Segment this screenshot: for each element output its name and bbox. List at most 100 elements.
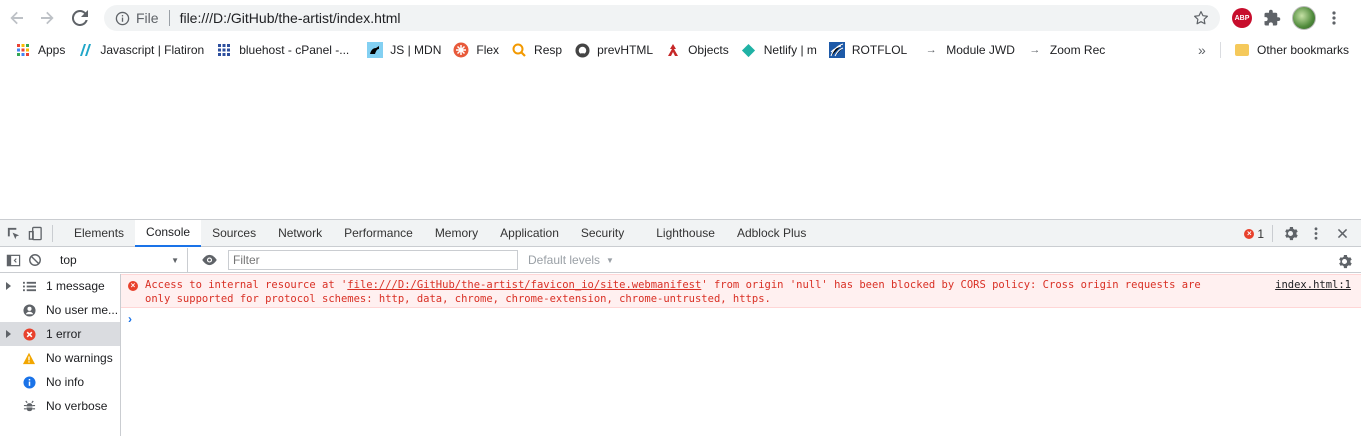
sidebar-item-verbose[interactable]: No verbose	[0, 394, 120, 418]
arrow-icon: →	[1029, 44, 1041, 56]
tab-security[interactable]: Security	[570, 220, 635, 247]
console-settings-gear-icon[interactable]	[1335, 252, 1353, 270]
bookmark-netlify[interactable]: Netlify | m	[735, 38, 823, 62]
expand-arrow-icon[interactable]	[6, 330, 11, 338]
bookmark-module-jwd[interactable]: → Module JWD	[917, 38, 1021, 62]
page-content	[0, 64, 1361, 219]
eye-icon[interactable]	[196, 251, 222, 269]
bluehost-icon	[216, 42, 232, 58]
bookmark-label: Resp	[534, 43, 563, 57]
log-levels-select[interactable]: Default levels ▼	[524, 250, 636, 270]
profile-avatar[interactable]	[1292, 6, 1316, 30]
info-icon[interactable]	[114, 10, 130, 26]
device-toolbar-icon[interactable]	[26, 224, 44, 242]
error-text-suffix: ' from origin 'null' has been blocked by…	[701, 279, 1201, 291]
bookmarks-overflow-button[interactable]: »	[1198, 37, 1206, 63]
bookmark-flex[interactable]: Flex	[447, 38, 505, 62]
bookmark-label: Objects	[688, 43, 729, 57]
folder-icon	[1234, 42, 1250, 58]
gear-icon[interactable]	[1281, 225, 1299, 243]
reload-button[interactable]	[66, 4, 94, 32]
bookmark-label: bluehost - cPanel -...	[239, 43, 350, 57]
tab-elements[interactable]: Elements	[63, 220, 135, 247]
url-text[interactable]: file:///D:/GitHub/the-artist/index.html	[180, 10, 401, 26]
star-icon[interactable]	[1192, 9, 1210, 27]
info-icon	[22, 375, 36, 389]
bookmark-mdn[interactable]: JS | MDN	[361, 38, 447, 62]
devtools-panel: Elements Console Sources Network Perform…	[0, 219, 1361, 436]
warning-icon	[22, 351, 36, 365]
netlify-icon	[741, 42, 757, 58]
close-icon[interactable]	[1333, 225, 1351, 243]
bookmark-prevhtml[interactable]: prevHTML	[568, 38, 659, 62]
sidebar-item-label: No user me...	[46, 303, 119, 317]
objects-icon	[665, 42, 681, 58]
github-icon	[574, 42, 590, 58]
error-counter[interactable]: × 1	[1244, 227, 1264, 241]
bookmark-label: ROTFLOL	[851, 43, 908, 57]
tab-performance[interactable]: Performance	[333, 220, 424, 247]
bookmark-label: Zoom Rec	[1049, 43, 1106, 57]
arrow-left-icon	[10, 11, 23, 25]
sidebar-item-warnings[interactable]: No warnings	[0, 346, 120, 370]
sidebar-item-info[interactable]: No info	[0, 370, 120, 394]
log-levels-label: Default levels	[528, 253, 601, 267]
more-options-icon[interactable]	[1307, 225, 1325, 243]
tab-application[interactable]: Application	[489, 220, 570, 247]
inspect-element-icon[interactable]	[4, 224, 22, 242]
bookmark-bluehost[interactable]: bluehost - cPanel -...	[210, 38, 355, 62]
error-icon: ×	[128, 281, 138, 291]
sidebar-item-label: No warnings	[46, 351, 113, 365]
devtools-tab-bar: Elements Console Sources Network Perform…	[0, 219, 1361, 247]
bug-icon	[22, 399, 36, 413]
clear-console-icon[interactable]	[26, 251, 44, 269]
scheme-label: File	[136, 10, 159, 26]
forward-button[interactable]	[33, 4, 61, 32]
bookmarks-divider	[1220, 42, 1221, 58]
sidebar-item-label: 1 message	[46, 279, 105, 293]
error-count: 1	[1257, 226, 1264, 241]
apps-grid-icon	[15, 42, 31, 58]
devtools-right-controls: × 1	[1244, 220, 1361, 247]
sidebar-item-errors[interactable]: 1 error	[0, 322, 120, 346]
context-select[interactable]: top ▼	[48, 247, 188, 273]
adblock-plus-icon[interactable]: ABP	[1232, 8, 1252, 28]
filter-input[interactable]	[228, 250, 518, 270]
bookmark-flatiron[interactable]: Javascript | Flatiron	[71, 38, 210, 62]
address-bar[interactable]: File file:///D:/GitHub/the-artist/index.…	[104, 5, 1220, 31]
bookmark-apps[interactable]: Apps	[9, 38, 71, 62]
bookmark-zoom-rec[interactable]: → Zoom Rec	[1021, 38, 1111, 62]
triangle-down-icon: ▼	[171, 255, 179, 265]
tab-memory[interactable]: Memory	[424, 220, 489, 247]
back-button[interactable]	[3, 4, 31, 32]
bookmark-rotflol[interactable]: ROTFLOL	[823, 38, 913, 62]
tab-network[interactable]: Network	[267, 220, 333, 247]
error-source-link[interactable]: index.html:1	[1275, 278, 1351, 292]
browser-toolbar: File file:///D:/GitHub/the-artist/index.…	[0, 0, 1361, 36]
sidebar-item-label: No info	[46, 375, 85, 389]
other-bookmarks[interactable]: Other bookmarks	[1228, 38, 1355, 62]
bookmark-label: JS | MDN	[390, 43, 442, 57]
arrow-icon: →	[925, 44, 937, 56]
tab-lighthouse[interactable]: Lighthouse	[645, 220, 726, 247]
tab-sources[interactable]: Sources	[201, 220, 267, 247]
sidebar-item-label: No verbose	[46, 399, 108, 413]
console-prompt[interactable]: ›	[128, 312, 132, 326]
reload-icon	[72, 10, 88, 26]
expand-arrow-icon[interactable]	[6, 282, 11, 290]
tab-console[interactable]: Console	[135, 219, 202, 247]
console-error-message[interactable]: × Access to internal resource at 'file:/…	[121, 274, 1361, 308]
bookmark-label: Apps	[38, 43, 66, 57]
extensions-puzzle-icon[interactable]	[1262, 8, 1282, 28]
devtools-divider	[1272, 225, 1273, 242]
error-icon	[22, 327, 36, 341]
bookmark-objects[interactable]: Objects	[659, 38, 735, 62]
sidebar-item-user-messages[interactable]: No user me...	[0, 298, 120, 322]
bookmarks-bar: Apps Javascript | Flatiron bluehost - cP…	[0, 37, 1361, 63]
sidebar-item-messages[interactable]: 1 message	[0, 274, 120, 298]
tab-adblock-plus[interactable]: Adblock Plus	[726, 220, 817, 247]
sidebar-toggle-icon[interactable]	[4, 251, 22, 269]
resource-link[interactable]: file:///D:/GitHub/the-artist/favicon_io/…	[347, 279, 701, 291]
chrome-menu-icon[interactable]	[1326, 8, 1342, 28]
bookmark-resp[interactable]: Resp	[505, 38, 568, 62]
